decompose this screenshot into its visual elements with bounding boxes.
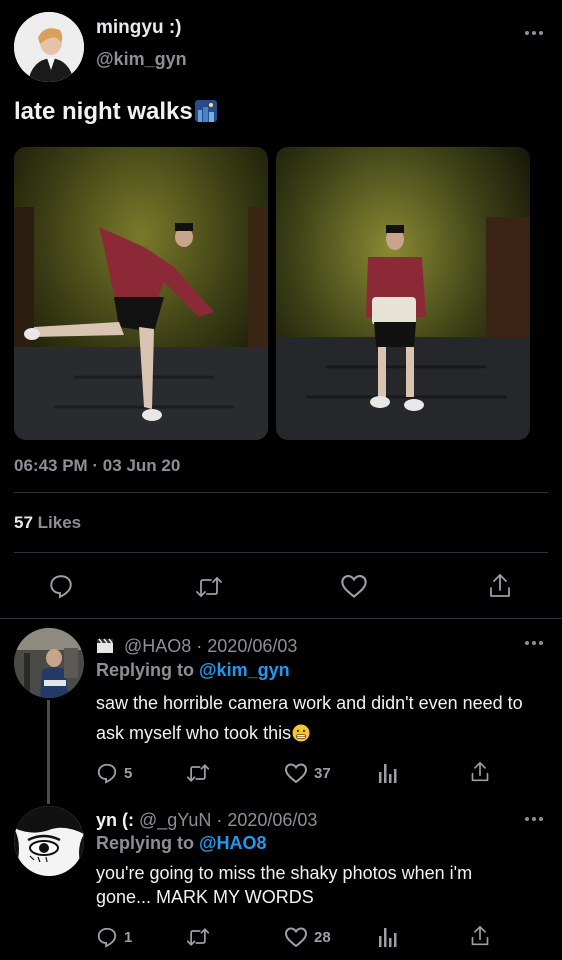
reply-action-reply[interactable]: 5 bbox=[96, 762, 132, 784]
reply-avatar[interactable] bbox=[14, 806, 84, 876]
author-name[interactable]: mingyu :) bbox=[96, 17, 182, 39]
likes-count: 57 bbox=[14, 513, 33, 532]
divider bbox=[14, 552, 548, 553]
reply-action-like[interactable]: 28 bbox=[284, 926, 331, 948]
likes-stat[interactable]: 57 Likes bbox=[14, 513, 81, 533]
reply-handle-date[interactable]: @_gYuN · 2020/06/03 bbox=[139, 810, 317, 830]
share-icon[interactable] bbox=[470, 924, 490, 948]
clapperboard-emoji bbox=[96, 638, 114, 654]
retweet-icon[interactable] bbox=[195, 574, 223, 600]
thread-line bbox=[47, 700, 50, 804]
tweet-photo-2[interactable] bbox=[276, 147, 530, 440]
tweet-timestamp: 06:43 PM · 03 Jun 20 bbox=[14, 456, 181, 475]
like-count: 37 bbox=[314, 764, 331, 782]
like-count: 28 bbox=[314, 928, 331, 946]
reply-meta: @HAO8 · 2020/06/03 bbox=[96, 636, 297, 657]
replying-to-label: Replying to bbox=[96, 833, 199, 853]
reply-text: saw the horrible camera work and didn't … bbox=[96, 688, 536, 748]
tweet-text-content: late night walks bbox=[14, 98, 193, 125]
retweet-icon[interactable] bbox=[186, 762, 210, 784]
reply-meta: yn (: @_gYuN · 2020/06/03 bbox=[96, 810, 317, 831]
author-avatar[interactable] bbox=[14, 12, 84, 82]
divider bbox=[0, 618, 562, 619]
reply-text: you're going to miss the shaky photos wh… bbox=[96, 861, 546, 909]
like-icon[interactable] bbox=[340, 573, 368, 599]
more-icon[interactable] bbox=[524, 816, 544, 822]
reply-display-name[interactable]: yn (: bbox=[96, 810, 134, 830]
reply-text-line: you're going to miss the shaky photos wh… bbox=[96, 863, 473, 883]
reply-icon bbox=[96, 926, 118, 948]
like-icon bbox=[284, 926, 308, 948]
analytics-icon[interactable] bbox=[378, 926, 398, 948]
replying-to-handle[interactable]: @HAO8 bbox=[199, 833, 267, 853]
replying-to-handle[interactable]: @kim_gyn bbox=[199, 660, 290, 680]
likes-label: Likes bbox=[37, 513, 82, 532]
reply-text-line: gone... MARK MY WORDS bbox=[96, 887, 314, 907]
reply-avatar[interactable] bbox=[14, 628, 84, 698]
divider bbox=[14, 492, 548, 493]
replying-to: Replying to @HAO8 bbox=[96, 833, 267, 854]
reply-action-reply[interactable]: 1 bbox=[96, 926, 132, 948]
night-city-emoji bbox=[194, 100, 217, 122]
replying-to: Replying to @kim_gyn bbox=[96, 660, 290, 681]
retweet-icon[interactable] bbox=[186, 926, 210, 948]
replying-to-label: Replying to bbox=[96, 660, 199, 680]
share-icon[interactable] bbox=[488, 572, 512, 600]
reply-icon[interactable] bbox=[48, 573, 74, 599]
more-icon[interactable] bbox=[524, 640, 544, 646]
tweet-text: late night walks bbox=[14, 98, 217, 126]
grimacing-emoji bbox=[292, 724, 310, 742]
tweet-photo-1[interactable] bbox=[14, 147, 268, 440]
reply-handle-date[interactable]: @HAO8 · 2020/06/03 bbox=[124, 636, 297, 656]
more-icon[interactable] bbox=[524, 30, 544, 40]
reply-action-like[interactable]: 37 bbox=[284, 762, 331, 784]
reply-count: 1 bbox=[124, 928, 133, 946]
analytics-icon[interactable] bbox=[378, 762, 398, 784]
author-handle[interactable]: @kim_gyn bbox=[96, 49, 187, 70]
share-icon[interactable] bbox=[470, 760, 490, 784]
like-icon bbox=[284, 762, 308, 784]
reply-icon bbox=[96, 762, 118, 784]
reply-count: 5 bbox=[124, 764, 133, 782]
